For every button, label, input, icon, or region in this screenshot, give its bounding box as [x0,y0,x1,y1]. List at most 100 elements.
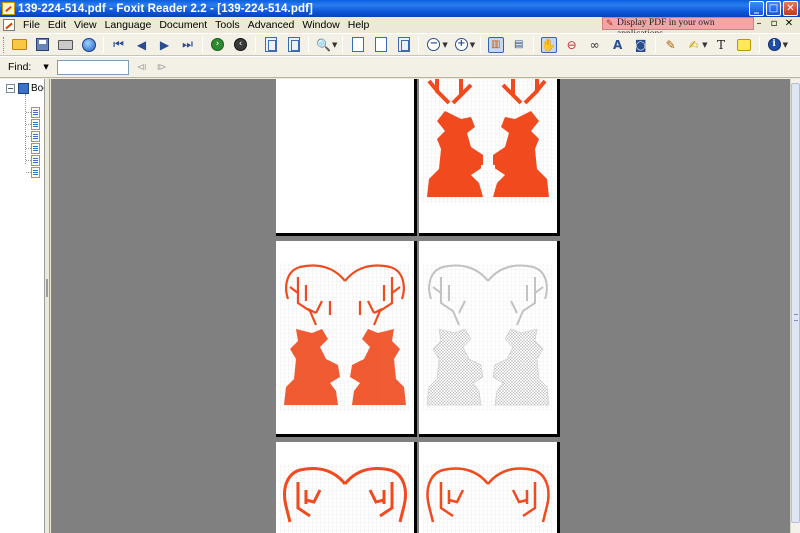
globe-icon [81,37,96,52]
typewriter-icon: A [613,37,623,52]
highlight-dropdown-arrow[interactable]: ▼ [702,41,707,49]
doc-minimize-button[interactable]: – [754,18,764,29]
go-back-button[interactable]: ‹ [233,37,249,53]
facing-pages-icon: ▥ [490,39,501,50]
zoom-out-dropdown-arrow[interactable]: ▼ [442,41,447,49]
select-text-button[interactable]: ⊖ [564,37,580,53]
zoom-in-button[interactable]: + [453,37,469,53]
find-previous-icon: ⧏ [136,61,147,73]
facing-pages-button[interactable]: ▥ [487,36,504,53]
scrollbar-thumb[interactable] [791,83,800,523]
bookmark-page-icon [31,155,40,166]
find-next-button[interactable]: ⧐ [155,61,169,74]
bookmark-item[interactable] [26,119,40,130]
bookmark-root-label: Boo [31,83,44,94]
bookmark-item[interactable] [26,131,40,142]
print-button[interactable] [58,37,74,53]
find-previous-button[interactable]: ⧏ [135,61,149,74]
bookmark-item[interactable] [26,155,40,166]
pdf-page-4 [419,241,560,437]
typewriter-button[interactable]: A [610,37,626,53]
document-view[interactable] [51,79,790,533]
doc-close-button[interactable]: ✕ [784,18,794,29]
open-button[interactable] [12,37,28,53]
text-tool-button[interactable]: T [713,37,729,53]
back-circle-icon: ‹ [234,38,247,51]
zoom-dropdown-arrow[interactable]: ▼ [332,41,337,49]
continuous-view-button[interactable]: ▤ [511,37,527,53]
web-button[interactable] [81,37,97,53]
find-options-dropdown[interactable]: ▼ [43,63,48,71]
go-forward-button[interactable]: › [210,37,226,53]
highlight-tool-button[interactable]: ✍ [686,37,702,53]
rotate-right-icon [287,37,300,52]
maximize-button[interactable]: □ [766,1,781,16]
menu-view[interactable]: View [70,19,101,31]
find-input[interactable] [56,59,129,75]
document-icon[interactable] [3,19,15,31]
save-button[interactable] [35,37,51,53]
toolbar-separator [342,36,344,53]
pane-splitter[interactable] [45,79,50,533]
zoom-out-button[interactable]: − [426,37,442,53]
info-dropdown-arrow[interactable]: ▼ [783,41,788,49]
find-toolbar: Find: ▼ ⧏ ⧐ [0,56,800,78]
menu-file[interactable]: File [19,19,44,31]
fit-page-button[interactable] [373,37,389,53]
bookmark-page-icon [31,143,40,154]
collapse-toggle[interactable]: − [6,84,15,93]
hand-tool-button[interactable]: ✋ [540,36,557,53]
menu-document[interactable]: Document [155,19,211,31]
comment-tool-button[interactable]: ✎ [663,37,679,53]
previous-page-icon: ◀ [136,37,147,52]
bookmark-page-icon [31,131,40,142]
antler-pattern-red [280,464,410,533]
toolbar-gripper[interactable] [3,36,6,53]
menu-window[interactable]: Window [298,19,343,31]
menu-help[interactable]: Help [344,19,374,31]
snapshot-button[interactable]: ◙ [633,37,649,53]
menu-edit[interactable]: Edit [44,19,70,31]
pdf-page-5 [276,442,417,533]
splitter-grip[interactable] [46,279,48,297]
rotate-right-button[interactable] [286,37,302,53]
next-page-icon: ▶ [159,37,170,52]
next-page-button[interactable]: ▶ [157,37,173,53]
toolbar-separator [480,36,482,53]
bookmarks-book-icon [18,83,29,94]
fit-width-button[interactable] [396,37,412,53]
menu-advanced[interactable]: Advanced [244,19,299,31]
minimize-button[interactable]: _ [749,1,764,16]
document-window-controls: – ▫ ✕ [754,18,794,29]
rotate-left-icon [264,37,277,52]
previous-page-button[interactable]: ◀ [134,37,150,53]
info-button[interactable]: i [766,37,782,53]
zoom-tool-button[interactable]: 🔍 [316,37,332,53]
note-tool-button[interactable] [736,37,752,53]
doc-restore-button[interactable]: ▫ [769,18,779,29]
save-disk-icon [36,38,49,51]
find-button[interactable]: ∞ [587,37,603,53]
menu-language[interactable]: Language [101,19,156,31]
zoom-out-icon: − [427,38,441,51]
bookmarks-pane: − Boo [0,79,45,533]
text-tool-icon: T [717,37,726,52]
menu-tools[interactable]: Tools [211,19,244,31]
bookmark-root[interactable]: − Boo [6,83,44,94]
bookmark-item[interactable] [26,167,40,178]
pdf-page-2 [419,79,560,236]
bookmark-item[interactable] [26,107,40,118]
printer-icon [58,39,73,50]
promo-banner[interactable]: ✎ Display PDF in your own applications [602,17,754,39]
last-page-button[interactable]: ⏭ [180,37,196,53]
bookmark-page-icon [31,167,40,178]
vertical-scrollbar[interactable] [790,79,800,533]
first-page-button[interactable]: ⏮ [111,37,127,53]
bookmark-item[interactable] [26,143,40,154]
close-button[interactable]: ✕ [783,1,798,16]
actual-size-button[interactable] [350,37,366,53]
toolbar-separator [758,36,760,53]
zoom-in-dropdown-arrow[interactable]: ▼ [470,41,475,49]
rotate-left-button[interactable] [263,37,279,53]
main-toolbar: ⏮ ◀ ▶ ⏭ › ‹ 🔍 ▼ − ▼ + ▼ ▥ ▤ ✋ ⊖ ∞ A ◙ ✎ … [0,33,800,56]
